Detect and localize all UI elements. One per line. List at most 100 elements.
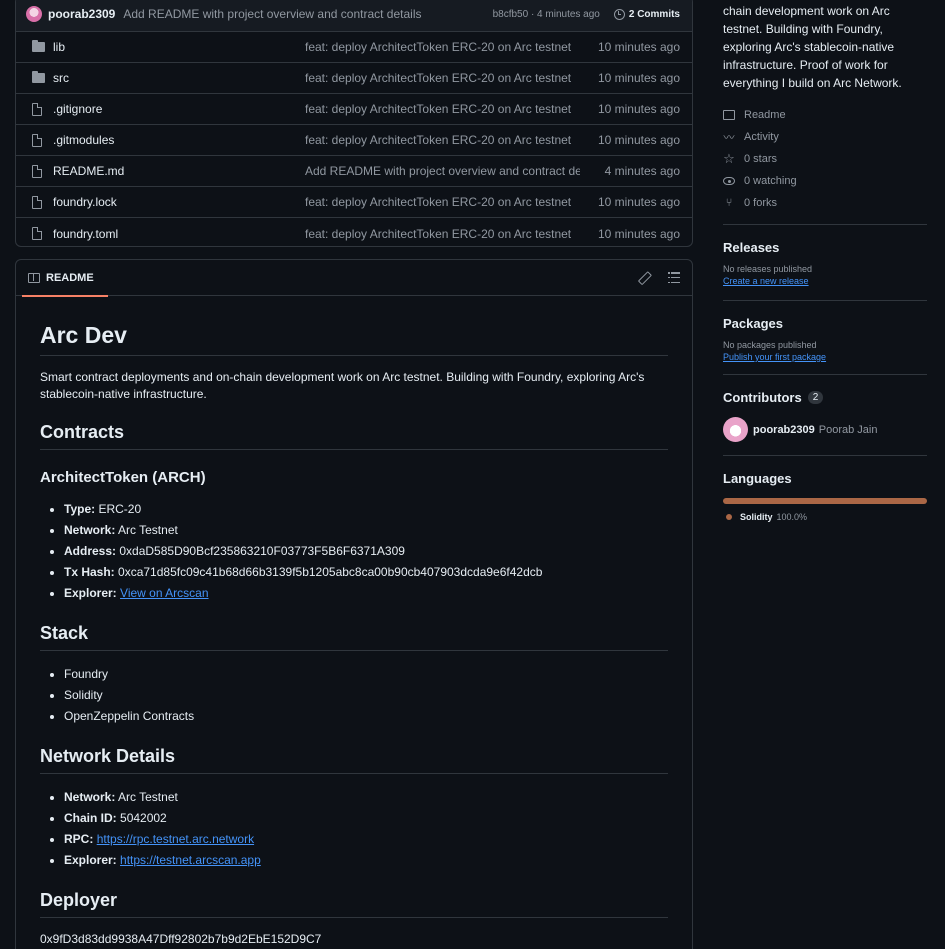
book-icon [28, 272, 40, 283]
table-row[interactable]: .gitignore feat: deploy ArchitectToken ER… [16, 94, 692, 125]
eye-icon [723, 177, 735, 185]
deployer-heading: Deployer [40, 890, 668, 918]
activity-link[interactable]: 〰 Activity [723, 126, 927, 148]
repo-sidebar: chain development work on Arc testnet. B… [723, 0, 927, 522]
file-list: lib feat: deploy ArchitectToken ERC-20 on… [16, 32, 692, 246]
avatar[interactable] [723, 417, 748, 442]
stars-link[interactable]: ☆ 0 stars [723, 148, 927, 170]
readme-title: Arc Dev [40, 322, 668, 356]
file-icon [32, 133, 46, 147]
language-percent: 100.0% [776, 512, 808, 522]
languages-heading: Languages [723, 471, 792, 486]
token-heading: ArchitectToken (ARCH) [40, 469, 206, 486]
commits-count-label: 2 Commits [628, 8, 680, 20]
table-row[interactable]: foundry.toml feat: deploy ArchitectToken … [16, 218, 692, 246]
commit-meta: b8cfb50 · 4 minutes ago [492, 8, 600, 20]
folder-icon [32, 71, 46, 83]
table-row[interactable]: .gitmodules feat: deploy ArchitectToken E… [16, 125, 692, 156]
file-time: 10 minutes ago [597, 102, 680, 116]
file-commit-link[interactable]: feat: deploy ArchitectToken ERC-20 on Ar… [305, 40, 580, 54]
table-row[interactable]: lib feat: deploy ArchitectToken ERC-20 on… [16, 32, 692, 63]
arcscan-link[interactable]: View on Arcscan [120, 586, 209, 600]
list-item: Network: Arc Testnet [64, 520, 668, 541]
file-name-link[interactable]: .gitmodules [53, 133, 305, 147]
language-name: Solidity [740, 512, 773, 522]
stack-list: Foundry Solidity OpenZeppelin Contracts [40, 664, 668, 727]
file-name-link[interactable]: foundry.lock [53, 195, 305, 209]
file-commit-link[interactable]: Add README with project overview and con… [305, 164, 580, 178]
file-commit-link[interactable]: feat: deploy ArchitectToken ERC-20 on Ar… [305, 227, 580, 241]
explorer-link[interactable]: https://testnet.arcscan.app [120, 853, 261, 867]
forks-link[interactable]: ⑂ 0 forks [723, 192, 927, 214]
list-item: Solidity [64, 685, 668, 706]
contributor-username[interactable]: poorab2309 [753, 424, 815, 436]
commits-history-link[interactable]: 2 Commits [613, 8, 680, 20]
network-list: Network: Arc Testnet Chain ID: 5042002 R… [40, 787, 668, 871]
packages-heading[interactable]: Packages [723, 316, 927, 331]
outline-list-icon[interactable] [668, 272, 680, 283]
contributors-count-badge: 2 [807, 391, 824, 404]
commit-message-link[interactable]: Add README with project overview and con… [123, 7, 492, 21]
contracts-heading: Contracts [40, 422, 668, 450]
file-name-link[interactable]: src [53, 71, 305, 85]
packages-empty: No packages published [723, 340, 817, 350]
file-time: 10 minutes ago [597, 40, 680, 54]
list-item: Explorer: View on Arcscan [64, 583, 668, 604]
history-icon [613, 8, 625, 20]
file-commit-link[interactable]: feat: deploy ArchitectToken ERC-20 on Ar… [305, 71, 580, 85]
readme-link[interactable]: Readme [723, 104, 927, 126]
tab-readme[interactable]: README [22, 260, 108, 297]
fork-icon: ⑂ [725, 197, 733, 209]
file-time: 10 minutes ago [597, 195, 680, 209]
readme-header: README [16, 260, 692, 297]
publish-package-link[interactable]: Publish your first package [723, 352, 927, 362]
list-item: Explorer: https://testnet.arcscan.app [64, 850, 668, 871]
table-row[interactable]: src feat: deploy ArchitectToken ERC-20 on… [16, 63, 692, 94]
file-name-link[interactable]: lib [53, 40, 305, 54]
commit-author-link[interactable]: poorab2309 [48, 7, 115, 21]
releases-empty: No releases published [723, 264, 813, 274]
list-item: Foundry [64, 664, 668, 685]
token-details-list: Type: ERC-20 Network: Arc Testnet Addres… [40, 499, 668, 604]
readme-panel: README Arc Dev Smart contract deployment… [15, 259, 693, 949]
releases-heading[interactable]: Releases [723, 240, 927, 255]
file-time: 10 minutes ago [597, 133, 680, 147]
list-item: RPC: https://rpc.testnet.arc.network [64, 829, 668, 850]
star-icon: ☆ [723, 151, 735, 166]
avatar[interactable] [26, 6, 42, 22]
table-row[interactable]: README.md Add README with project overvie… [16, 156, 692, 187]
file-name-link[interactable]: .gitignore [53, 102, 305, 116]
readme-tab-label: README [46, 271, 94, 284]
repo-meta-list: Readme 〰 Activity ☆ 0 stars 0 watching ⑂ 0 … [723, 104, 927, 214]
language-color-dot [726, 514, 732, 520]
file-commit-link[interactable]: feat: deploy ArchitectToken ERC-20 on Ar… [305, 133, 580, 147]
deployer-address: 0x9fD3d83dd9938A47Dff92802b7b9d2EbE152D9… [40, 932, 322, 946]
file-name-link[interactable]: README.md [53, 164, 305, 178]
watchers-link[interactable]: 0 watching [723, 170, 927, 192]
readme-content: Arc Dev Smart contract deployments and o… [16, 322, 692, 946]
file-icon [32, 227, 46, 240]
file-time: 10 minutes ago [597, 226, 680, 241]
list-item: Type: ERC-20 [64, 499, 668, 520]
table-row[interactable]: foundry.lock feat: deploy ArchitectToken … [16, 187, 692, 218]
rpc-link[interactable]: https://rpc.testnet.arc.network [97, 832, 254, 846]
about-description: chain development work on Arc testnet. B… [723, 4, 902, 90]
file-time: 10 minutes ago [597, 71, 680, 85]
list-item: Chain ID: 5042002 [64, 808, 668, 829]
file-commit-link[interactable]: feat: deploy ArchitectToken ERC-20 on Ar… [305, 102, 580, 116]
edit-pencil-icon[interactable] [638, 272, 650, 284]
network-heading: Network Details [40, 746, 668, 774]
create-release-link[interactable]: Create a new release [723, 276, 927, 286]
contributor-item[interactable]: poorab2309 Poorab Jain [723, 417, 927, 442]
latest-commit-row: poorab2309 Add README with project overv… [16, 0, 692, 32]
list-item: Network: Arc Testnet [64, 787, 668, 808]
language-item[interactable]: Solidity 100.0% [723, 512, 927, 522]
stack-heading: Stack [40, 623, 668, 651]
file-commit-link[interactable]: feat: deploy ArchitectToken ERC-20 on Ar… [305, 195, 580, 209]
list-item: Tx Hash: 0xca71d85fc09c41b68d66b3139f5b1… [64, 562, 668, 583]
contributors-heading[interactable]: Contributors 2 [723, 390, 927, 405]
book-icon [723, 110, 735, 120]
file-name-link[interactable]: foundry.toml [53, 227, 305, 241]
pulse-icon: 〰 [723, 132, 735, 144]
file-time: 4 minutes ago [604, 164, 680, 178]
